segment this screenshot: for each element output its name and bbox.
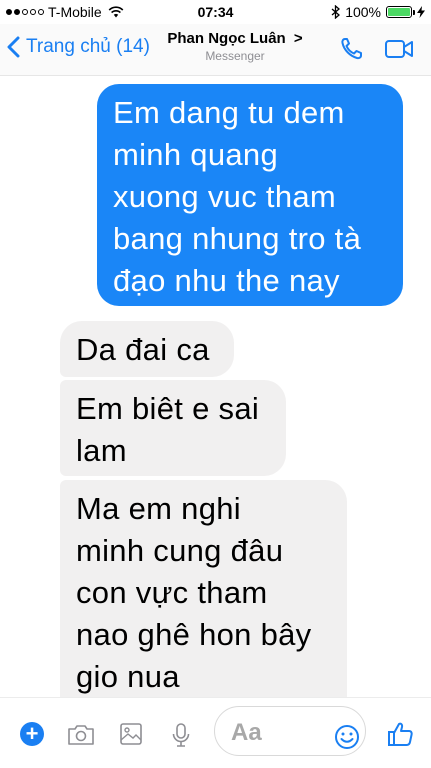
message-line: xuong vuc tham xyxy=(113,179,337,214)
message-line: Em dang tu dem xyxy=(113,95,345,130)
message-bubble-incoming[interactable]: Da đai ca xyxy=(60,321,234,377)
message-line: lam xyxy=(76,433,127,468)
contact-title[interactable]: Phan Ngọc Luân > Messenger xyxy=(150,30,320,63)
plus-icon[interactable]: + xyxy=(20,722,44,746)
status-right: 100% xyxy=(331,4,425,20)
message-line: Em biêt e sai xyxy=(76,391,260,426)
message-bubble-incoming[interactable]: Ma em nghi minh cung đâu con vực tham na… xyxy=(60,480,347,697)
bluetooth-icon xyxy=(331,5,341,19)
status-bar: T-Mobile 07:34 100% xyxy=(0,0,431,24)
chevron-right-icon: > xyxy=(293,30,303,47)
microphone-icon[interactable] xyxy=(170,722,192,748)
contact-subtitle: Messenger xyxy=(205,49,265,63)
contact-name-row: Phan Ngọc Luân > xyxy=(150,30,320,47)
message-line: nao ghê hon bây xyxy=(76,617,312,652)
emoji-icon[interactable] xyxy=(334,724,360,750)
message-line: Da đai ca xyxy=(76,332,210,367)
back-label: Trang chủ (14) xyxy=(26,36,150,57)
battery-level xyxy=(388,8,410,16)
message-input-placeholder: Aa xyxy=(231,719,262,746)
video-camera-icon[interactable] xyxy=(384,36,414,62)
contact-name: Phan Ngọc Luân xyxy=(167,30,286,47)
thumbs-up-icon[interactable] xyxy=(387,720,415,748)
chevron-left-icon xyxy=(7,36,20,58)
message-line: gio nua xyxy=(76,659,180,694)
battery-icon xyxy=(386,6,415,18)
photo-icon[interactable] xyxy=(118,722,144,746)
conversation-header: Trang chủ (14) Phan Ngọc Luân > Messenge… xyxy=(0,24,431,76)
message-bubble-outgoing[interactable]: Em dang tu dem minh quang xuong vuc tham… xyxy=(97,84,403,306)
message-line: minh cung đâu xyxy=(76,533,284,568)
battery-percent: 100% xyxy=(345,4,381,20)
phone-icon[interactable] xyxy=(338,36,368,62)
message-line: Ma em nghi xyxy=(76,491,241,526)
message-bubble-incoming[interactable]: Em biêt e sai lam xyxy=(60,380,286,476)
message-composer: + Aa xyxy=(0,697,431,768)
message-line: minh quang xyxy=(113,137,279,172)
message-line: con vực tham xyxy=(76,575,268,610)
charging-icon xyxy=(417,6,425,18)
message-line: đạo nhu the nay xyxy=(113,263,340,298)
back-button[interactable]: Trang chủ (14) xyxy=(6,36,150,58)
camera-icon[interactable] xyxy=(66,723,96,747)
message-line: bang nhung tro tà xyxy=(113,221,362,256)
